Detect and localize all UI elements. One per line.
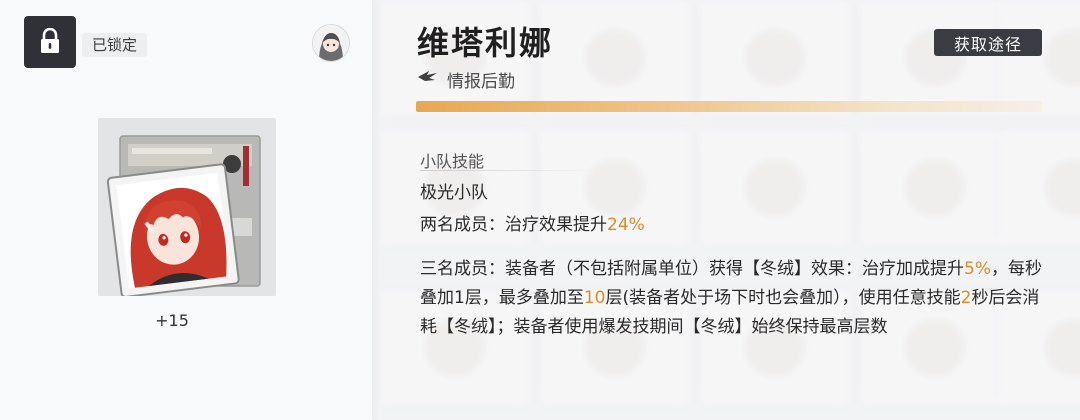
item-card[interactable] <box>98 118 276 298</box>
character-avatar-icon[interactable] <box>312 24 350 62</box>
three-member-text-1: 三名成员：装备者（不包括附属单位）获得【冬绒】效果：治疗加成提升 <box>420 259 964 279</box>
squad-skill-heading: 小队技能 <box>420 152 485 171</box>
character-name: 维塔利娜 <box>417 24 554 62</box>
three-member-text-3: 层(装备者处于场下时也会叠加），使用任意技能 <box>605 288 961 308</box>
three-member-value-2: 10 <box>583 288 606 308</box>
logistics-wing-icon <box>417 69 439 89</box>
lock-icon <box>39 27 61 57</box>
two-member-value: 24% <box>607 215 645 235</box>
lock-status-label: 已锁定 <box>82 33 148 57</box>
character-role-label: 情报后勤 <box>447 71 515 92</box>
two-member-effect: 两名成员：治疗效果提升24% <box>420 211 1050 240</box>
three-member-value-3: 2 <box>960 288 972 308</box>
item-preview-panel: 已锁定 +15 <box>0 0 372 420</box>
three-member-value-1: 5% <box>964 259 991 279</box>
lock-button[interactable] <box>24 16 76 68</box>
three-member-effect: 三名成员：装备者（不包括附属单位）获得【冬绒】效果：治疗加成提升5%，每秒叠加1… <box>420 255 1050 342</box>
character-role: 情报后勤 <box>417 67 515 92</box>
item-card-art-icon <box>106 135 261 298</box>
acquisition-route-button[interactable]: 获取途径 <box>934 29 1042 56</box>
two-member-text: 两名成员：治疗效果提升 <box>420 215 607 235</box>
squad-name: 极光小队 <box>420 183 488 203</box>
heading-divider <box>420 170 600 171</box>
attribute-progress-bar <box>416 101 1042 112</box>
enhancement-level: +15 <box>155 311 189 330</box>
